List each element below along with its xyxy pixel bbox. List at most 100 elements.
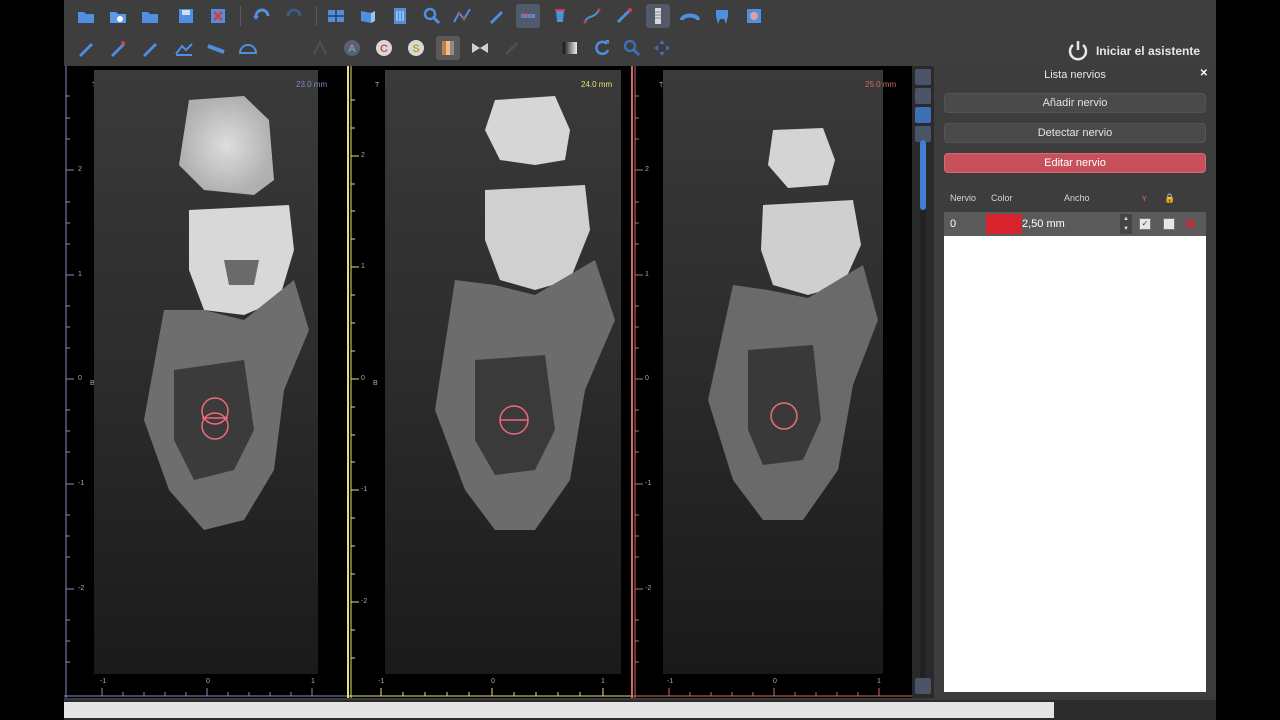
contrast-c-icon[interactable]: C: [372, 36, 396, 60]
layout-icon[interactable]: [915, 88, 931, 104]
slice-position-label-3: 25.0 mm: [865, 80, 897, 89]
polyline-icon[interactable]: [450, 4, 474, 28]
horizontal-scrollbar[interactable]: [64, 702, 1054, 718]
cross-section-viewer[interactable]: 2 1 0 -1 -2 T B 23.0 mm: [64, 66, 934, 698]
h-tick-label: 1: [877, 678, 881, 685]
cross-section-panel-3[interactable]: 2 1 0 -1 -2 T 25.0 mm -1 0 1: [633, 66, 912, 698]
brush-disabled-icon[interactable]: [500, 36, 524, 60]
close-file-icon[interactable]: [206, 4, 230, 28]
colormap-icon[interactable]: [436, 36, 460, 60]
v-tick-label: 2: [78, 166, 82, 173]
v-tick-label: 0: [78, 375, 82, 382]
main-toolbar: [64, 0, 1216, 33]
add-nerve-button[interactable]: Añadir nervio: [944, 93, 1206, 113]
close-icon[interactable]: ✕: [1200, 68, 1208, 79]
view-mode-icon[interactable]: [915, 69, 931, 85]
arch-icon[interactable]: [678, 4, 702, 28]
v-tick-label: 2: [645, 166, 649, 173]
svg-text:C: C: [380, 43, 388, 55]
report-icon[interactable]: [742, 4, 766, 28]
slice-position-label-2: 24.0 mm: [581, 80, 613, 89]
ct-slice-2[interactable]: [385, 70, 621, 674]
h-tick-label: -1: [667, 678, 674, 685]
layout-grid-icon[interactable]: [324, 4, 348, 28]
v-tick-label: -2: [361, 598, 368, 605]
v-tick-label: -1: [78, 480, 85, 487]
gradient-icon[interactable]: [558, 36, 582, 60]
column-header-nerve: Nervio: [950, 193, 977, 203]
open-recent-icon[interactable]: [138, 4, 162, 28]
tools-toolbar: A C S Iniciar el asistente: [64, 32, 1216, 66]
draw-pen-icon[interactable]: [484, 4, 508, 28]
v-tick-label: 1: [78, 271, 82, 278]
bowtie-icon[interactable]: [468, 36, 492, 60]
cross-section-panel-1[interactable]: 2 1 0 -1 -2 T B 23.0 mm: [64, 66, 347, 698]
delete-nerve-icon[interactable]: ✕: [1184, 215, 1197, 233]
v-tick-label: -2: [78, 585, 85, 592]
power-icon: [1068, 41, 1088, 61]
h-tick-label: 0: [206, 678, 210, 685]
scroll-end-icon[interactable]: [915, 678, 931, 694]
zoom-tool-icon[interactable]: [620, 36, 644, 60]
edit-nerve-button[interactable]: Editar nervio: [944, 153, 1206, 173]
pencil-red-icon[interactable]: [106, 36, 130, 60]
view-3d-icon[interactable]: [356, 4, 380, 28]
table-row[interactable]: 0 2,50 mm ▲ ▼ ✓ ✕: [944, 212, 1206, 236]
slice-scrollbar-thumb[interactable]: [920, 140, 926, 210]
start-assistant-label: Iniciar el asistente: [1095, 44, 1200, 58]
svg-text:S: S: [412, 43, 419, 55]
v-tick-label: 2: [361, 152, 365, 159]
h-tick-label: 1: [311, 678, 315, 685]
open-folder-icon[interactable]: [74, 4, 98, 28]
ruler-icon[interactable]: [204, 36, 228, 60]
sharpen-s-icon[interactable]: S: [404, 36, 428, 60]
angle-icon[interactable]: [172, 36, 196, 60]
v-tick-label: -1: [361, 486, 368, 493]
refresh-icon[interactable]: [590, 36, 614, 60]
lock-column-icon: 🔒: [1164, 193, 1176, 203]
column-header-width: Ancho: [1064, 193, 1090, 203]
slice-scrollbar-track[interactable]: [920, 140, 926, 680]
undo-icon[interactable]: [250, 4, 274, 28]
zoom-icon[interactable]: [420, 4, 444, 28]
ruler-pen-icon[interactable]: [138, 36, 162, 60]
h-tick-label: -1: [378, 678, 385, 685]
orientation-side-label: B: [373, 380, 378, 387]
text-a-icon[interactable]: A: [340, 36, 364, 60]
visible-checkbox[interactable]: ✓: [1139, 218, 1151, 230]
panoramic-icon[interactable]: [388, 4, 412, 28]
ct-slice-1[interactable]: [94, 70, 318, 674]
annotation-disabled-icon[interactable]: [308, 36, 332, 60]
nerve-color-swatch[interactable]: [986, 214, 1022, 234]
redo-icon[interactable]: [282, 4, 306, 28]
protractor-icon[interactable]: [236, 36, 260, 60]
save-icon[interactable]: [174, 4, 198, 28]
detect-nerve-button[interactable]: Detectar nervio: [944, 123, 1206, 143]
open-scan-icon[interactable]: [106, 4, 130, 28]
pan-icon[interactable]: [650, 36, 674, 60]
start-assistant-button[interactable]: Iniciar el asistente: [1066, 38, 1200, 64]
nerve-path-icon[interactable]: [580, 4, 604, 28]
orientation-top-label: T: [375, 82, 380, 89]
ct-slice-3[interactable]: [663, 70, 883, 674]
pencil-icon[interactable]: [74, 36, 98, 60]
lock-checkbox[interactable]: [1163, 218, 1175, 230]
svg-text:A: A: [348, 43, 356, 55]
crown-icon[interactable]: [710, 4, 734, 28]
nerve-width-value[interactable]: 2,50 mm: [1022, 218, 1065, 230]
horizontal-ruler-2: [349, 688, 631, 697]
tooth-implant-icon[interactable]: [548, 4, 572, 28]
application-window: A C S Iniciar el asistente 2 1 0 -1 -2 B…: [64, 0, 1216, 700]
jaw-tool-icon[interactable]: [516, 4, 540, 28]
cross-section-panel-2[interactable]: 2 1 0 -1 -2 T B 24.0 mm -1 0 1: [349, 66, 631, 698]
h-tick-label: 0: [491, 678, 495, 685]
implant-icon[interactable]: [646, 4, 670, 28]
visibility-column-icon: ʏ: [1142, 193, 1147, 203]
width-stepper[interactable]: ▲ ▼: [1120, 214, 1132, 234]
v-tick-label: 0: [361, 375, 365, 382]
v-tick-label: 0: [645, 375, 649, 382]
eye-icon[interactable]: [915, 107, 931, 123]
nerve-table-header: Nervio Color Ancho ʏ 🔒: [944, 184, 1206, 212]
nerve-id: 0: [950, 218, 957, 230]
measure-tool-icon[interactable]: [612, 4, 636, 28]
